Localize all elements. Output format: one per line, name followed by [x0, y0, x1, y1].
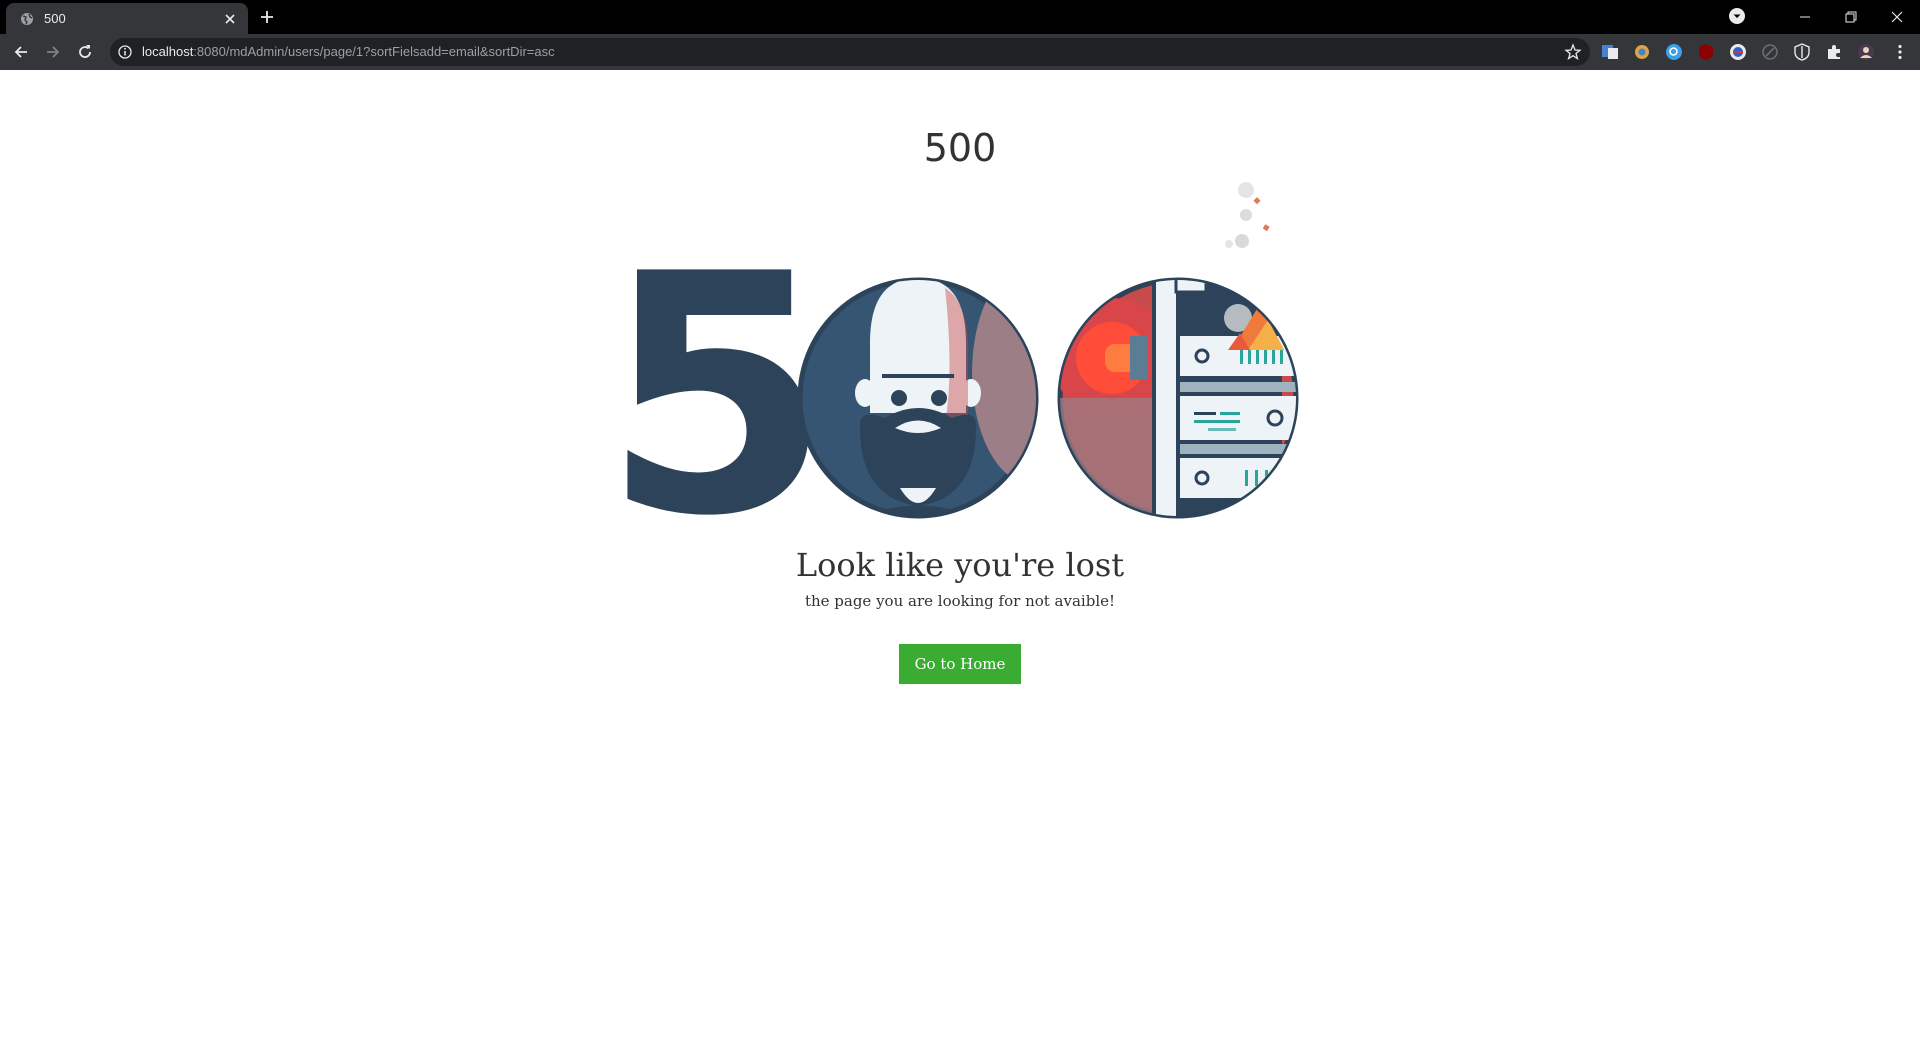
- browser-toolbar: localhost:8080/mdAdmin/users/page/1?sort…: [0, 34, 1920, 70]
- extension-icon[interactable]: [1761, 43, 1779, 61]
- tab-search-icon[interactable]: [1728, 7, 1746, 25]
- new-tab-icon[interactable]: [258, 8, 276, 26]
- bookmark-star-icon[interactable]: [1564, 43, 1582, 61]
- error-page: 500 5 Look like you're lost the page you…: [0, 70, 1920, 1040]
- minimize-icon: [1800, 16, 1810, 18]
- extension-icon[interactable]: [1633, 43, 1651, 61]
- forward-arrow-icon[interactable]: [44, 43, 62, 61]
- burning-server-icon: [1057, 277, 1299, 519]
- browser-tabbar: 500: [0, 0, 1920, 34]
- close-tab-icon[interactable]: [222, 11, 238, 27]
- browser-tab[interactable]: 500: [6, 3, 248, 34]
- back-arrow-icon[interactable]: [12, 43, 30, 61]
- address-bar[interactable]: localhost:8080/mdAdmin/users/page/1?sort…: [110, 38, 1590, 66]
- ublock-icon[interactable]: [1697, 43, 1715, 61]
- extension-icon[interactable]: [1729, 43, 1747, 61]
- globe-icon: [21, 13, 33, 25]
- reload-icon[interactable]: [76, 43, 94, 61]
- close-window-button[interactable]: [1874, 0, 1920, 34]
- minimize-button[interactable]: [1782, 0, 1828, 34]
- search-extension-icon[interactable]: [1665, 43, 1683, 61]
- tab-title: 500: [44, 11, 66, 26]
- url-text: localhost:8080/mdAdmin/users/page/1?sort…: [142, 44, 555, 59]
- url-path: :8080/mdAdmin/users/page/1?sortFielsadd=…: [193, 44, 555, 59]
- restore-icon: [1845, 11, 1857, 23]
- server-error-illustration: 5: [602, 182, 1299, 528]
- page-subtitle: the page you are looking for not avaible…: [804, 592, 1116, 610]
- close-icon: [1891, 11, 1903, 23]
- shield-extension-icon[interactable]: [1793, 43, 1811, 61]
- go-home-button[interactable]: Go to Home: [899, 644, 1021, 684]
- digit-five: 5: [602, 204, 832, 528]
- avatar[interactable]: [1857, 43, 1875, 61]
- menu-kebab-icon[interactable]: [1891, 43, 1909, 61]
- page-title: Look like you're lost: [795, 546, 1125, 584]
- bearded-man-avatar: [797, 277, 1039, 519]
- extensions-puzzle-icon[interactable]: [1825, 43, 1843, 61]
- url-host: localhost: [142, 44, 194, 59]
- restore-button[interactable]: [1828, 0, 1874, 34]
- info-icon[interactable]: [118, 45, 132, 59]
- smoke-icon: [1225, 182, 1270, 248]
- translate-extension-icon[interactable]: [1601, 43, 1619, 61]
